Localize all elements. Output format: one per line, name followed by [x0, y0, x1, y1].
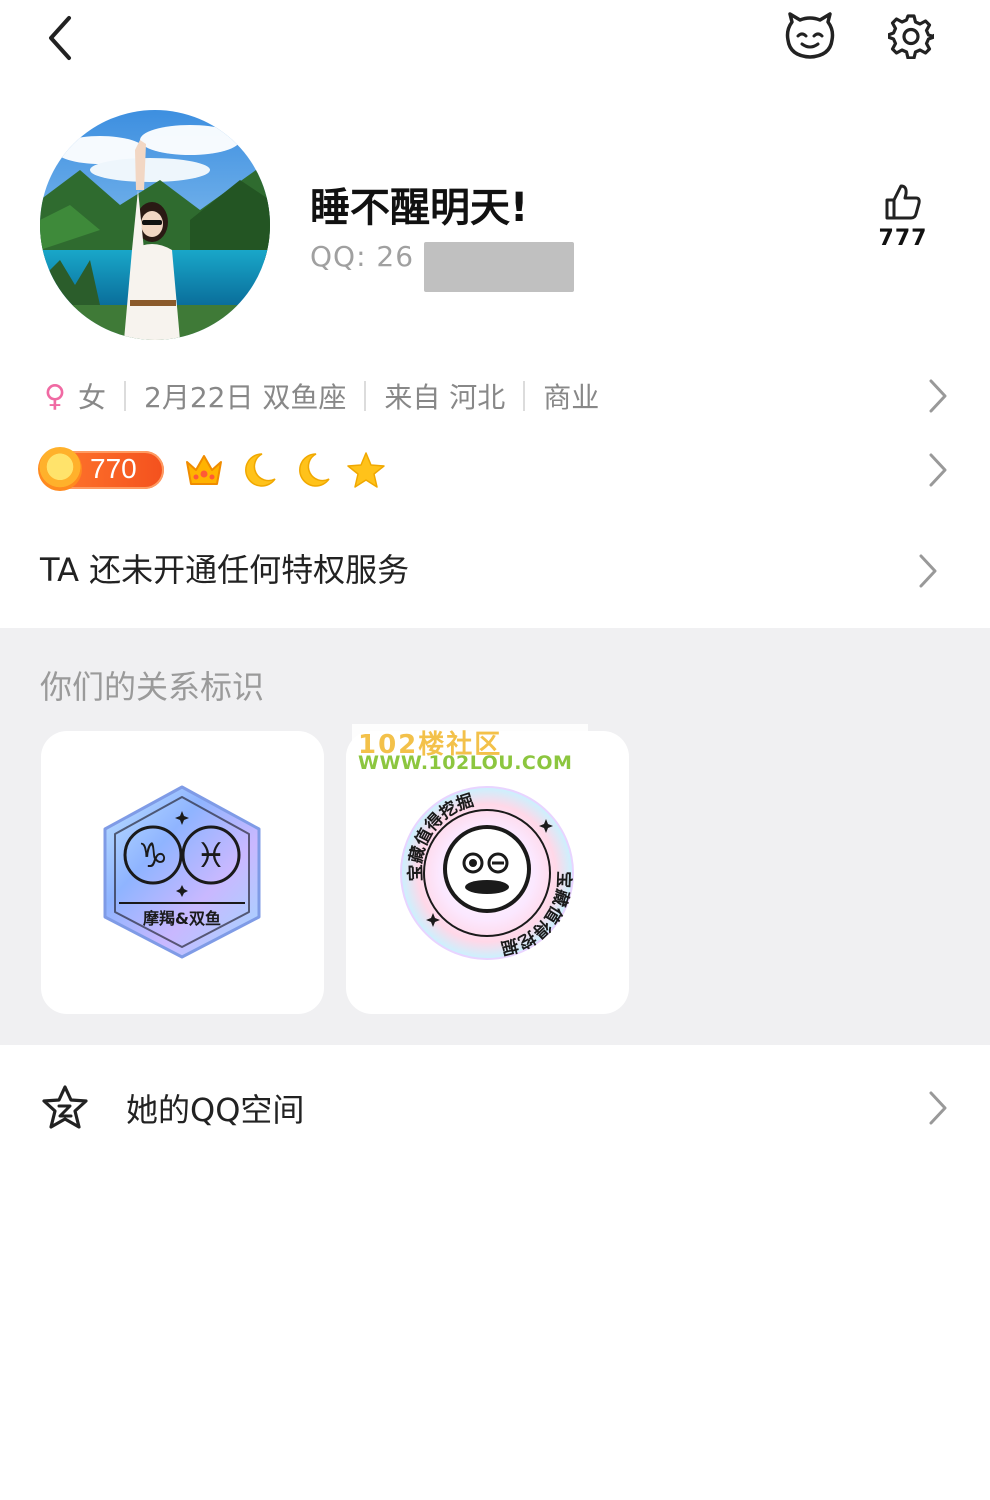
capricorn-symbol: ♑ [138, 836, 168, 876]
qq-space-label: 她的QQ空间 [126, 1091, 305, 1129]
pet-face-icon [785, 12, 835, 59]
qq-redaction [424, 242, 574, 292]
chevron-right-icon [929, 1091, 947, 1125]
zodiac-badge: ♑ ♓ 摩羯&双鱼 [103, 785, 261, 959]
profile-info-row[interactable]: ♀ 女 2月22日 双鱼座 来自 河北 商业 [40, 370, 950, 422]
nickname: 睡不醒明天! [310, 185, 529, 231]
chevron-left-icon [49, 16, 71, 60]
divider [523, 381, 526, 411]
qq-space-star-icon [42, 1085, 88, 1129]
gear-icon [888, 14, 934, 59]
relationship-card-zodiac[interactable]: ♑ ♓ 摩羯&双鱼 [41, 731, 324, 1014]
industry-text: 商业 [543, 381, 600, 414]
birthday-text: 2月22日 双鱼座 [144, 381, 347, 414]
qq-space-row[interactable]: 她的QQ空间 [40, 1078, 950, 1138]
divider [364, 381, 367, 411]
chevron-right-icon [919, 554, 937, 588]
chevron-right-icon [929, 379, 947, 413]
zodiac-badge-label: 摩羯&双鱼 [143, 909, 221, 928]
relationship-title: 你们的关系标识 [40, 668, 265, 706]
pet-button[interactable] [778, 8, 842, 64]
privilege-status[interactable]: TA 还未开通任何特权服务 [40, 545, 409, 591]
avatar[interactable] [40, 110, 270, 340]
watermark-url: WWW.102LOU.COM [358, 752, 573, 774]
chevron-right-icon [929, 453, 947, 487]
gender-text: 女 [77, 381, 106, 414]
level-row[interactable]: 770 [38, 440, 950, 500]
like-count: 777 [878, 226, 928, 251]
thumbs-up-icon [885, 184, 921, 220]
location-text: 来自 河北 [384, 381, 506, 414]
sun-icon [38, 447, 82, 491]
divider [124, 381, 126, 411]
crown-icon [186, 455, 222, 485]
like-button[interactable]: 777 [870, 182, 936, 272]
female-icon: ♀ [44, 378, 66, 414]
qq-number: QQ: 26 [310, 240, 415, 273]
level-badge: 770 [38, 447, 164, 491]
back-button[interactable] [30, 8, 90, 68]
pisces-symbol: ♓ [196, 836, 226, 876]
moon-icon [245, 453, 276, 487]
level-value: 770 [90, 453, 137, 484]
settings-button[interactable] [880, 8, 942, 64]
moon-icon [299, 453, 330, 487]
star-icon [347, 452, 385, 488]
